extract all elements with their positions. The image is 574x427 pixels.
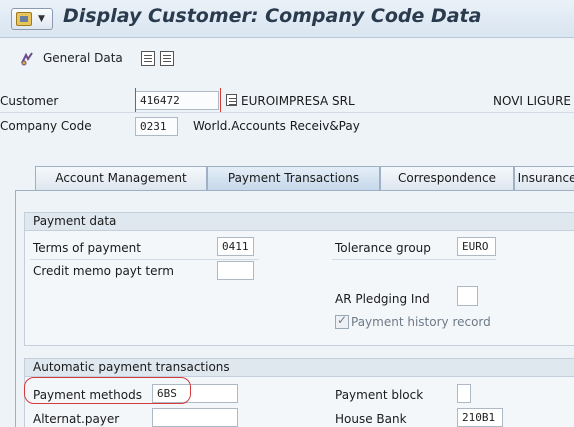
alternat-payer-label: Alternat.payer [33, 412, 120, 426]
tolerance-group-label: Tolerance group [335, 241, 431, 255]
ar-pledging-label: AR Pledging Ind [335, 292, 430, 306]
dropdown-arrow-icon: ▼ [38, 14, 45, 24]
display-glasses-icon[interactable] [20, 51, 36, 66]
alternat-payer-field[interactable] [152, 408, 238, 427]
customer-highlight-bracket [135, 88, 221, 113]
payment-data-title: Payment data [25, 213, 574, 231]
company-code-name-text: World.Accounts Receiv&Pay [193, 119, 360, 133]
tolerance-divider [332, 259, 496, 260]
credit-memo-label: Credit memo payt term [33, 264, 174, 278]
payment-data-group: Payment data [24, 212, 574, 346]
customer-details-icon[interactable] [226, 94, 237, 106]
company-code-field[interactable]: 0231 [135, 117, 178, 136]
terms-divider [30, 259, 259, 260]
previous-document-icon[interactable] [141, 51, 155, 66]
next-document-icon[interactable] [160, 51, 174, 66]
tolerance-group-field[interactable]: EURO [457, 237, 496, 256]
tab-correspondence[interactable]: Correspondence [380, 166, 514, 190]
customer-name-text: EUROIMPRESA SRL [241, 94, 355, 108]
application-toolbar: General Data [0, 39, 574, 79]
tab-strip: Account Management Payment Transactions … [20, 166, 574, 192]
payment-block-label: Payment block [335, 388, 424, 402]
system-menu-button[interactable]: ▼ [11, 8, 53, 30]
customer-city-text: NOVI LIGURE [493, 94, 571, 108]
house-bank-label: House Bank [335, 412, 407, 426]
page-title: Display Customer: Company Code Data [63, 5, 482, 27]
sap-menu-icon [16, 12, 32, 26]
tab-insurance[interactable]: Insurance [514, 166, 574, 190]
company-code-label: Company Code [0, 119, 92, 133]
tab-payment-transactions[interactable]: Payment Transactions [207, 166, 380, 190]
customer-label: Customer [0, 94, 59, 108]
payment-methods-annotation [24, 377, 191, 404]
ar-pledging-field[interactable] [457, 286, 478, 306]
payment-history-label: Payment history record [351, 315, 491, 329]
header-divider [0, 112, 574, 113]
credit-memo-field[interactable] [217, 261, 254, 280]
title-bar: ▼ Display Customer: Company Code Data [0, 0, 574, 38]
tab-account-management[interactable]: Account Management [35, 166, 207, 190]
payment-block-field[interactable] [457, 384, 471, 403]
house-bank-field[interactable]: 210B1 [457, 408, 503, 427]
payment-history-checkbox[interactable] [335, 313, 349, 329]
terms-of-payment-label: Terms of payment [33, 241, 141, 255]
auto-payment-title: Automatic payment transactions [25, 359, 574, 377]
terms-of-payment-field[interactable]: 0411 [217, 237, 254, 256]
general-data-button[interactable]: General Data [43, 51, 123, 65]
